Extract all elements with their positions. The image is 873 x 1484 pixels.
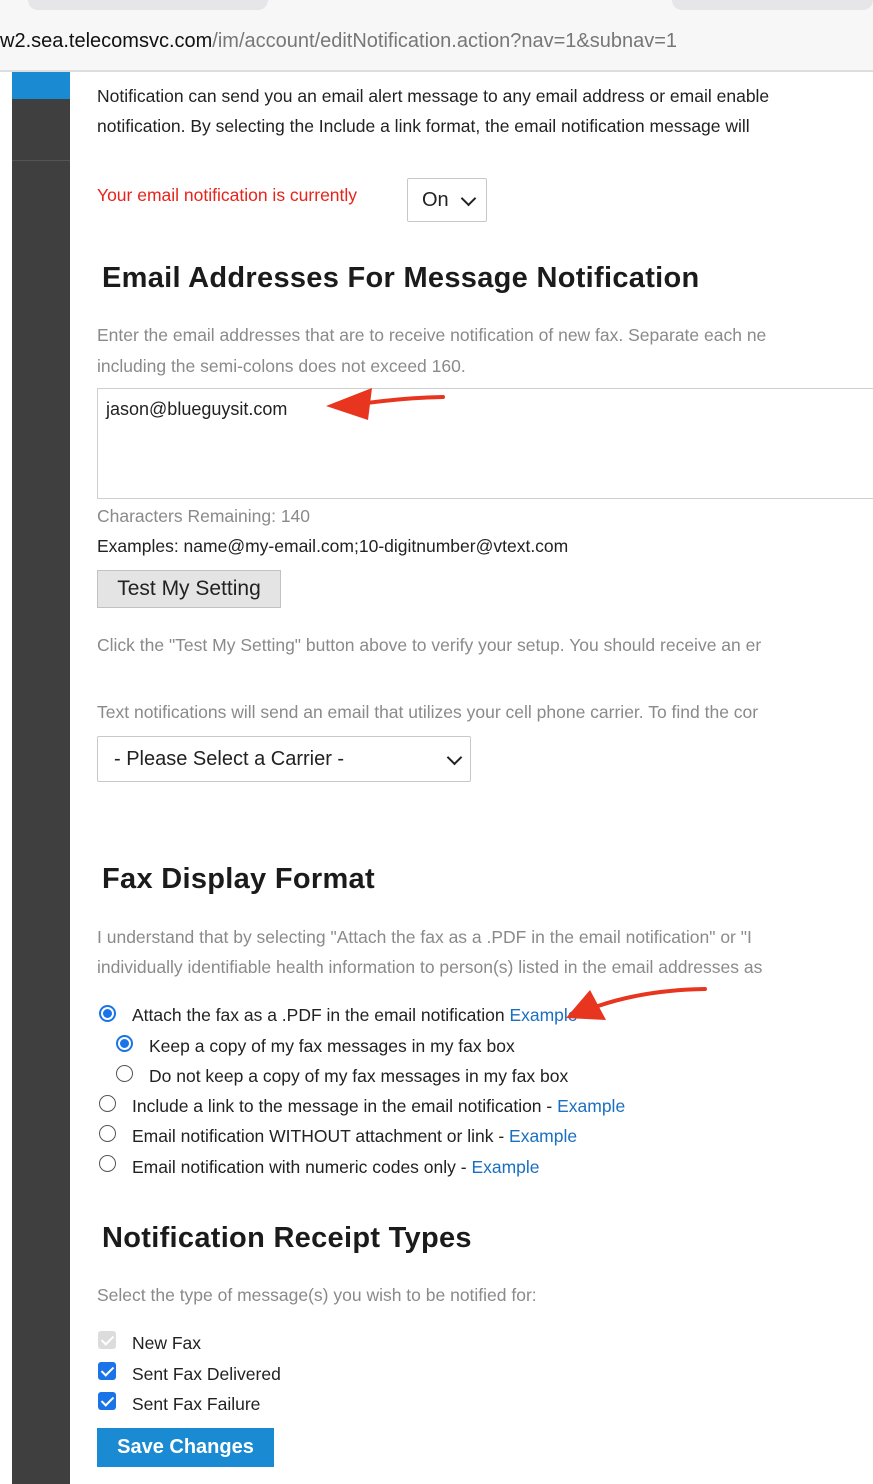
annotation-arrow-icon bbox=[566, 987, 707, 1020]
annotation-overlay bbox=[326, 388, 707, 1020]
annotation-arrow-icon bbox=[326, 388, 445, 420]
